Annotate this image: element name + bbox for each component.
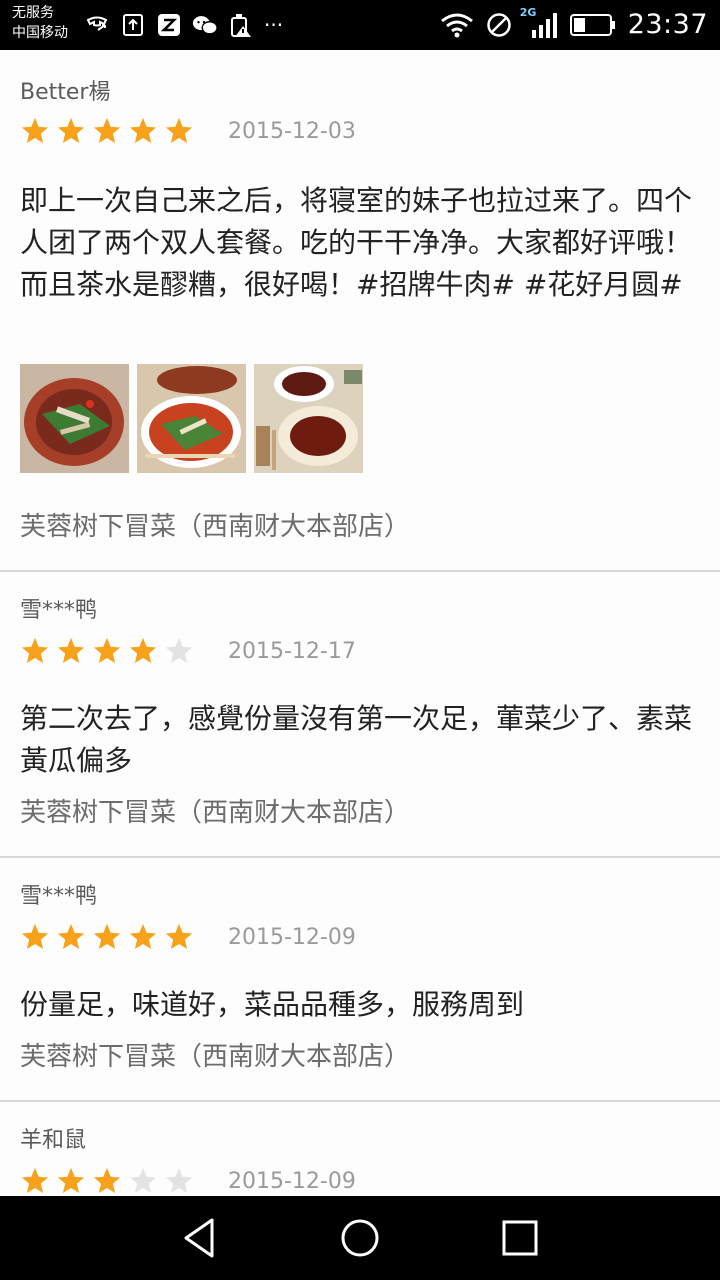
star-filled-icon bbox=[21, 117, 49, 143]
rating-row: 2015-12-09 bbox=[20, 922, 356, 952]
more-notifications-icon: ··· bbox=[264, 13, 284, 37]
missed-call-icon bbox=[84, 12, 110, 38]
review-date: 2015-12-09 bbox=[228, 1168, 356, 1194]
star-filled-icon bbox=[93, 637, 121, 663]
review-item[interactable]: 羊和鼠 2015-12-09 bbox=[0, 1102, 720, 1196]
star-rating bbox=[20, 116, 194, 146]
app-z-icon bbox=[156, 12, 182, 38]
star-filled-icon bbox=[21, 923, 49, 949]
star-filled-icon bbox=[57, 637, 85, 663]
review-item[interactable]: Better楊 2015-12-03 即上一次自己来之后，将寝室的妹子也拉过来了… bbox=[0, 50, 720, 572]
star-rating bbox=[20, 1166, 194, 1196]
star-filled-icon bbox=[93, 117, 121, 143]
star-empty-icon bbox=[165, 637, 193, 663]
back-icon[interactable] bbox=[176, 1214, 224, 1262]
notification-icons: ··· bbox=[84, 12, 283, 38]
shop-name-link[interactable]: 芙蓉树下冒菜（西南财大本部店） bbox=[20, 510, 410, 544]
review-text: 份量足，味道好，菜品品種多，服務周到 bbox=[20, 988, 525, 1021]
home-icon[interactable] bbox=[336, 1214, 384, 1262]
star-filled-icon bbox=[21, 1167, 49, 1193]
mobile-signal-icon: 2G bbox=[520, 6, 558, 40]
star-filled-icon bbox=[93, 923, 121, 949]
review-photo[interactable] bbox=[20, 364, 129, 473]
carrier-status: 无服务 bbox=[12, 5, 54, 21]
wechat-icon bbox=[192, 12, 218, 38]
upload-icon bbox=[120, 12, 146, 38]
rating-row: 2015-12-09 bbox=[20, 1166, 356, 1196]
star-filled-icon bbox=[129, 117, 157, 143]
star-rating bbox=[20, 922, 194, 952]
review-item[interactable]: 雪***鸭 2015-12-09 份量足，味道好，菜品品種多，服務周到 芙蓉树下… bbox=[0, 858, 720, 1102]
review-username[interactable]: 雪***鸭 bbox=[20, 882, 97, 912]
do-not-disturb-icon bbox=[486, 13, 511, 37]
review-username[interactable]: 雪***鸭 bbox=[20, 596, 97, 626]
star-filled-icon bbox=[57, 117, 85, 143]
carrier-name: 中国移动 bbox=[12, 25, 68, 41]
review-list[interactable]: Better楊 2015-12-03 即上一次自己来之后，将寝室的妹子也拉过来了… bbox=[0, 50, 720, 1196]
star-rating bbox=[20, 636, 194, 666]
review-photos bbox=[20, 364, 363, 473]
review-text: 即上一次自己来之后，将寝室的妹子也拉过来了。四个人团了两个双人套餐。吃的干干净净… bbox=[20, 184, 693, 301]
star-filled-icon bbox=[129, 637, 157, 663]
review-text: 第二次去了，感覺份量沒有第一次足，葷菜少了、素菜黃瓜偏多 bbox=[20, 702, 693, 777]
review-date: 2015-12-03 bbox=[228, 118, 356, 144]
review-username[interactable]: Better楊 bbox=[20, 78, 110, 108]
star-empty-icon bbox=[129, 1167, 157, 1193]
wifi-icon bbox=[440, 13, 473, 38]
status-bar: 无服务 中国移动 ··· 2G 23:37 bbox=[0, 0, 720, 50]
recents-icon[interactable] bbox=[496, 1214, 544, 1262]
sim-warning-icon bbox=[228, 12, 254, 38]
battery-icon bbox=[569, 14, 615, 36]
star-filled-icon bbox=[57, 923, 85, 949]
star-filled-icon bbox=[165, 923, 193, 949]
system-icons: 2G 23:37 bbox=[440, 6, 708, 42]
review-photo[interactable] bbox=[254, 364, 363, 473]
rating-row: 2015-12-17 bbox=[20, 636, 356, 666]
star-empty-icon bbox=[165, 1167, 193, 1193]
review-date: 2015-12-09 bbox=[228, 924, 356, 950]
rating-row: 2015-12-03 bbox=[20, 116, 356, 146]
star-filled-icon bbox=[21, 637, 49, 663]
review-photo[interactable] bbox=[137, 364, 246, 473]
review-username[interactable]: 羊和鼠 bbox=[20, 1126, 86, 1156]
carrier-info: 无服务 中国移动 bbox=[12, 3, 68, 43]
clock: 23:37 bbox=[627, 9, 708, 40]
review-item[interactable]: 雪***鸭 2015-12-17 第二次去了，感覺份量沒有第一次足，葷菜少了、素… bbox=[0, 572, 720, 858]
shop-name-link[interactable]: 芙蓉树下冒菜（西南财大本部店） bbox=[20, 1040, 410, 1074]
navigation-bar bbox=[0, 1196, 720, 1280]
star-filled-icon bbox=[165, 117, 193, 143]
shop-name-link[interactable]: 芙蓉树下冒菜（西南财大本部店） bbox=[20, 796, 410, 830]
star-filled-icon bbox=[93, 1167, 121, 1193]
star-filled-icon bbox=[57, 1167, 85, 1193]
review-date: 2015-12-17 bbox=[228, 638, 356, 664]
star-filled-icon bbox=[129, 923, 157, 949]
